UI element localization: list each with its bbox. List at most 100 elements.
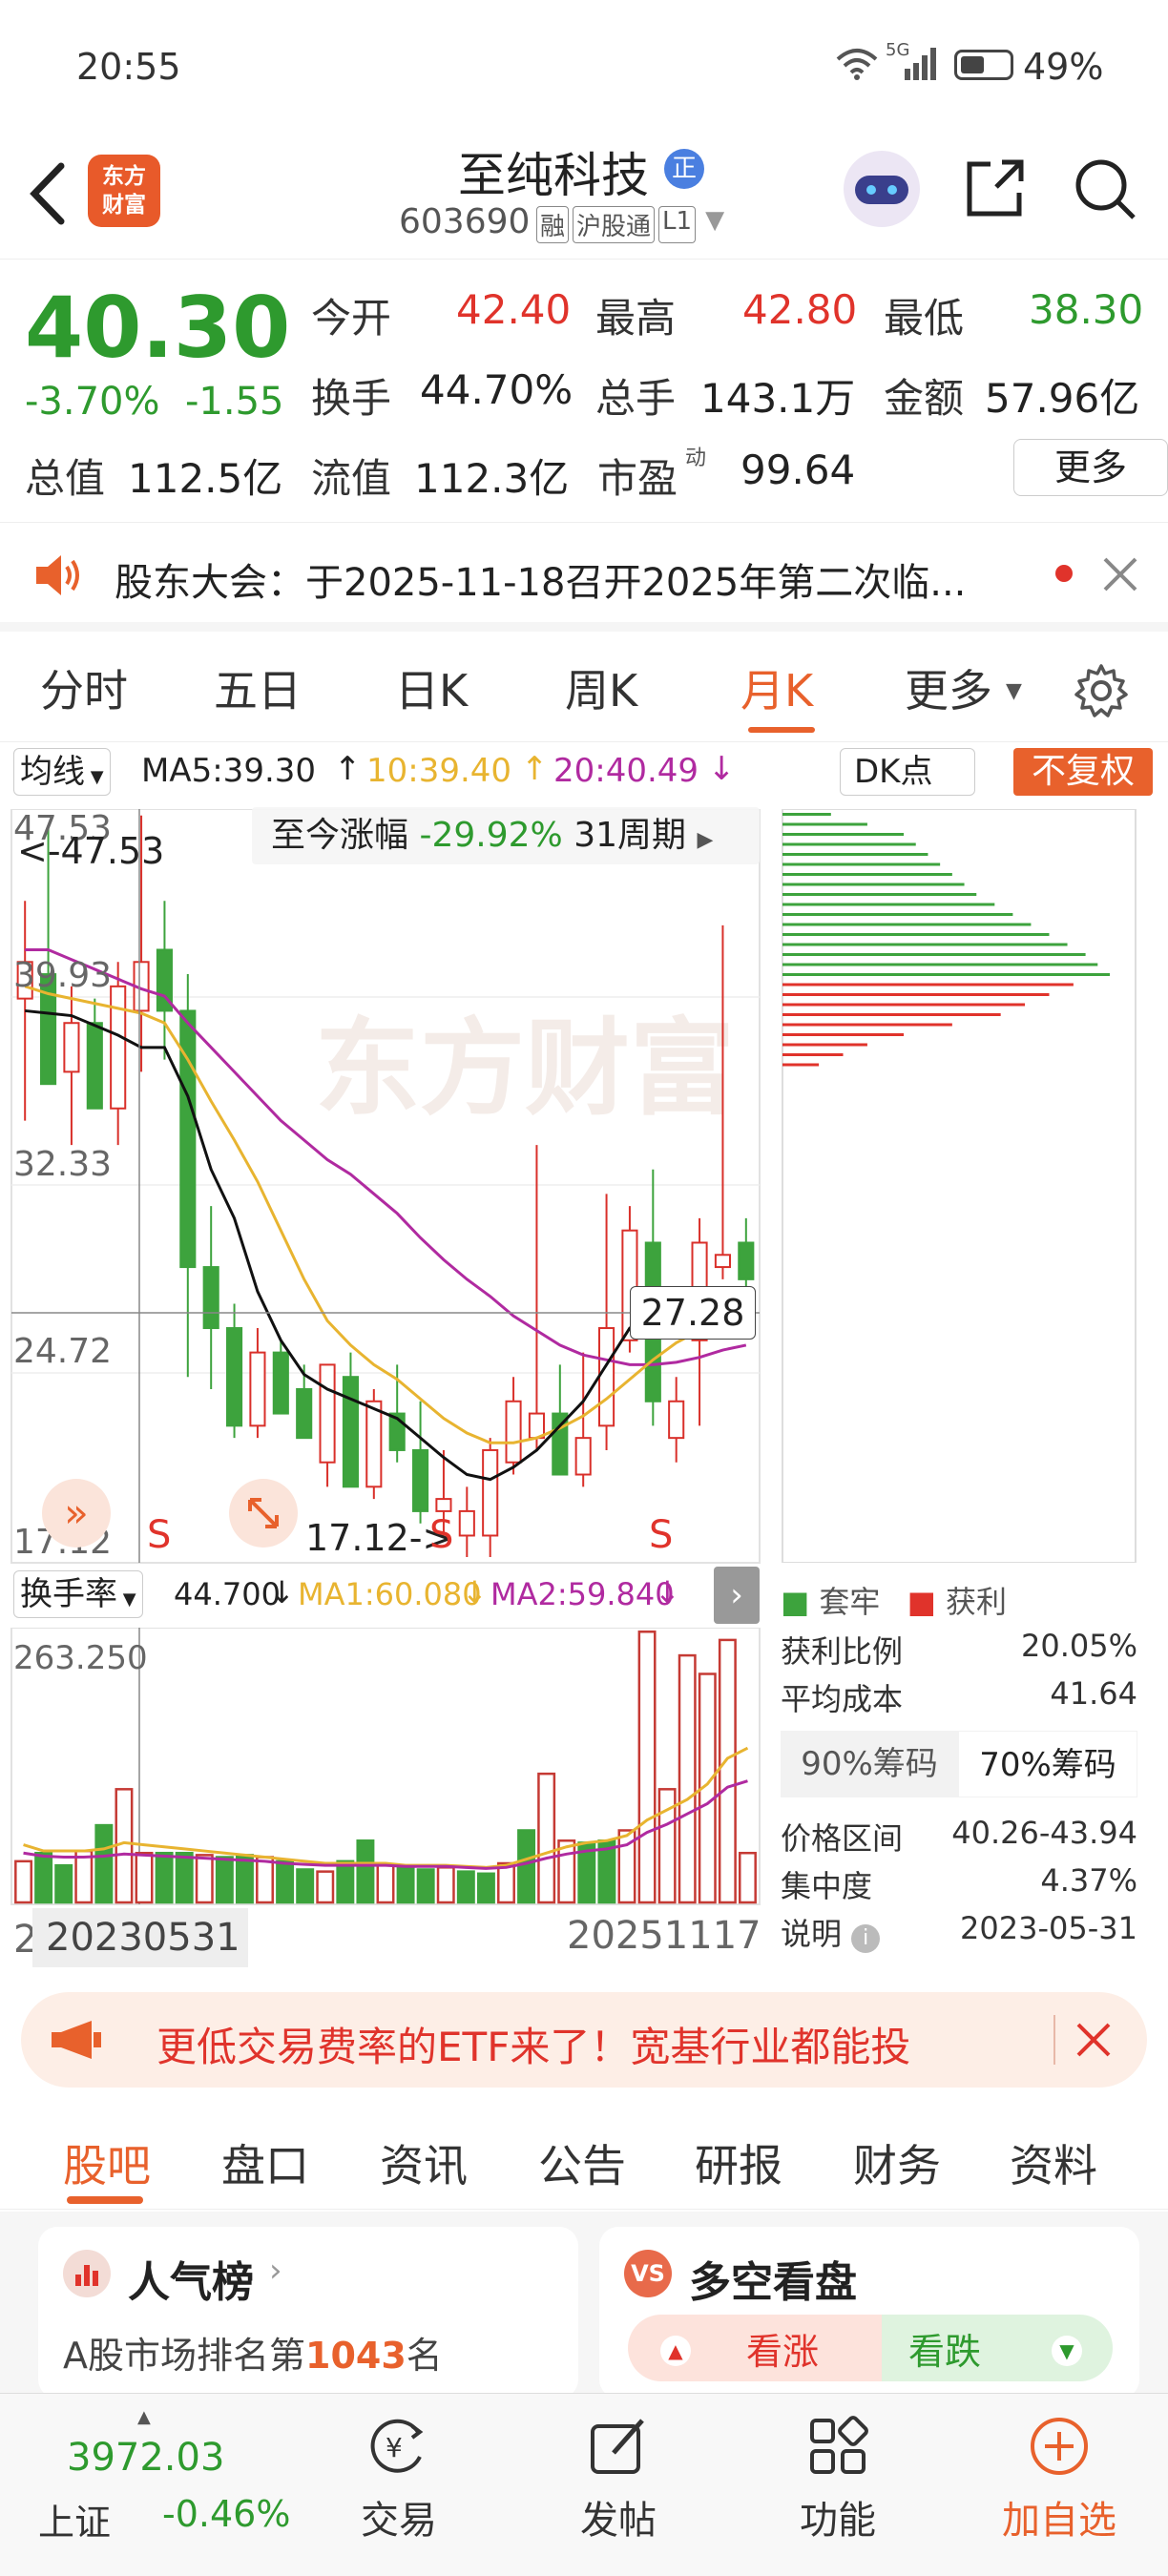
candle xyxy=(458,1509,475,1537)
turnover-bar xyxy=(718,1638,737,1904)
notice-bar[interactable]: 股东大会：于2025-11-18召开2025年第二次临... xyxy=(0,525,1168,632)
verified-badge: 正 xyxy=(664,149,704,189)
edit-icon xyxy=(591,2419,644,2474)
search-icon[interactable] xyxy=(1071,155,1139,227)
chip-bar-profit xyxy=(782,1013,1001,1016)
tab-intraday[interactable]: 分时 xyxy=(40,656,128,719)
kline-plot[interactable]: 东方财富 xyxy=(0,809,763,1572)
trade-button[interactable]: ¥ 交易 xyxy=(332,2413,466,2545)
volume-value: 143.1万 xyxy=(700,375,856,422)
open-label: 今开 xyxy=(311,295,392,342)
chip-tab-70[interactable]: 70%筹码 xyxy=(958,1731,1137,1797)
total-value-label: 总值 xyxy=(25,455,106,502)
tab-monthly-k[interactable]: 月K xyxy=(740,656,813,719)
quote-row-1: 今开 42.40 最高 42.80 最低 38.30 xyxy=(311,286,1160,343)
next-indicator-button[interactable]: › xyxy=(714,1567,760,1624)
turnover-bar xyxy=(376,1863,395,1904)
candle xyxy=(668,1400,685,1440)
post-button[interactable]: 发帖 xyxy=(552,2413,685,2545)
quote-panel: 40.30 -3.70% -1.55 今开 42.40 最高 42.80 最低 … xyxy=(0,260,1168,523)
chip-bar-profit xyxy=(782,1003,1026,1007)
content-tabs: 股吧 盘口 资讯 公告 研报 财务 资料 xyxy=(0,2105,1168,2210)
tab-five-day[interactable]: 五日 xyxy=(214,656,302,719)
functions-button[interactable]: 功能 xyxy=(771,2413,905,2545)
tab-finance[interactable]: 财务 xyxy=(853,2131,941,2194)
ma5-label: MA5:39.30 xyxy=(141,752,317,790)
index-widget[interactable]: ▲ 3972.03 上证 -0.46% xyxy=(38,2407,315,2556)
dk-point-button[interactable]: DK点 xyxy=(840,748,975,796)
candle xyxy=(482,1448,499,1537)
popularity-title: 人气榜 xyxy=(128,2258,254,2307)
turnover-bar xyxy=(416,1868,435,1904)
candle xyxy=(505,1400,522,1464)
status-time: 20:55 xyxy=(76,46,181,88)
tab-announcements[interactable]: 公告 xyxy=(538,2131,626,2194)
robot-assistant-icon[interactable] xyxy=(844,151,920,227)
banner-close-icon[interactable] xyxy=(1074,2021,1113,2063)
candle xyxy=(552,1412,569,1476)
bull-bear-card[interactable]: VS 多空看盘 ▲ 看涨 看跌 ▼ xyxy=(599,2227,1139,2399)
chip-legend: ■ 套牢 ■ 获利 xyxy=(781,1584,1008,1620)
turnover-bar xyxy=(34,1851,53,1904)
add-watchlist-button[interactable]: 加自选 xyxy=(992,2413,1126,2545)
bear-button[interactable]: 看跌 ▼ xyxy=(882,2315,1113,2381)
tab-profile[interactable]: 资料 xyxy=(1010,2131,1097,2194)
turnover-bar xyxy=(256,1856,274,1904)
chip-bar-trapped xyxy=(782,873,952,876)
tab-more[interactable]: 更多 xyxy=(905,656,992,719)
trade-icon: ¥ xyxy=(370,2419,424,2473)
turnover-bar xyxy=(235,1854,254,1904)
tab-research[interactable]: 研报 xyxy=(695,2131,782,2194)
settings-gear-icon[interactable] xyxy=(1073,662,1130,723)
chip-bar-trapped xyxy=(782,883,965,886)
turnover-bar xyxy=(537,1772,556,1904)
turnover-bar xyxy=(637,1631,657,1904)
chip-bar-profit xyxy=(782,1053,844,1056)
candle xyxy=(296,1387,313,1440)
close-icon[interactable] xyxy=(1101,555,1139,597)
popularity-rank-text: A股市场排名第1043名 xyxy=(63,2335,443,2377)
sell-marker: S xyxy=(147,1513,172,1557)
turnover-bar xyxy=(94,1823,114,1904)
share-icon[interactable] xyxy=(962,155,1029,225)
turnover-bar xyxy=(74,1849,94,1904)
tab-guba[interactable]: 股吧 xyxy=(63,2131,151,2194)
tab-weekly-k[interactable]: 周K xyxy=(565,656,637,719)
chip-bar-trapped xyxy=(782,973,1110,976)
sell-marker: S xyxy=(429,1513,454,1557)
chip-tab-90[interactable]: 90%筹码 xyxy=(781,1731,958,1797)
range-value: -29.92% xyxy=(419,816,563,855)
tab-daily-k[interactable]: 日K xyxy=(395,656,468,719)
title-bar: 东方 财富 至纯科技 正 603690 融 沪股通 L1 ▼ xyxy=(0,134,1168,260)
turnover-bar xyxy=(296,1868,315,1904)
tab-pankou[interactable]: 盘口 xyxy=(221,2131,309,2194)
chip-bar-trapped xyxy=(782,933,1050,936)
chip-bar-trapped xyxy=(782,833,905,836)
ma-select[interactable]: 均线 ▼ xyxy=(13,748,111,796)
turnover-bar xyxy=(476,1872,495,1904)
trapped-square-icon: ■ xyxy=(781,1584,810,1620)
turnover-bar xyxy=(155,1851,174,1904)
turnover-bar xyxy=(175,1851,194,1904)
more-button[interactable]: 更多 xyxy=(1013,439,1168,496)
candle xyxy=(249,1351,266,1427)
popularity-card[interactable]: 人气榜 › A股市场排名第1043名 xyxy=(38,2227,578,2399)
pe-value: 99.64 xyxy=(740,447,856,493)
range-info[interactable]: 至今涨幅 -29.92% 31周期 ▶ xyxy=(252,807,760,864)
notice-dot xyxy=(1055,565,1073,582)
crosshair-price-label: 27.28 xyxy=(630,1286,756,1340)
expand-sidebar-icon[interactable]: » xyxy=(42,1479,111,1548)
tab-news[interactable]: 资讯 xyxy=(380,2131,468,2194)
back-icon[interactable] xyxy=(25,158,73,229)
no-adjust-button[interactable]: 不复权 xyxy=(1013,748,1153,796)
turnover-bar xyxy=(135,1851,154,1904)
candle xyxy=(365,1400,383,1488)
etf-promo-banner[interactable]: 更低交易费率的ETF来了！宽基行业都能投 xyxy=(21,1992,1147,2088)
banner-divider xyxy=(1053,2015,1055,2065)
fullscreen-icon[interactable] xyxy=(229,1479,298,1548)
index-name: 上证 xyxy=(38,2502,112,2544)
indicator-select[interactable]: 换手率 ▼ xyxy=(13,1570,143,1618)
bull-button[interactable]: ▲ 看涨 xyxy=(628,2315,882,2381)
watermark: 东方财富 xyxy=(315,1010,735,1128)
turnover-bar xyxy=(497,1861,515,1904)
